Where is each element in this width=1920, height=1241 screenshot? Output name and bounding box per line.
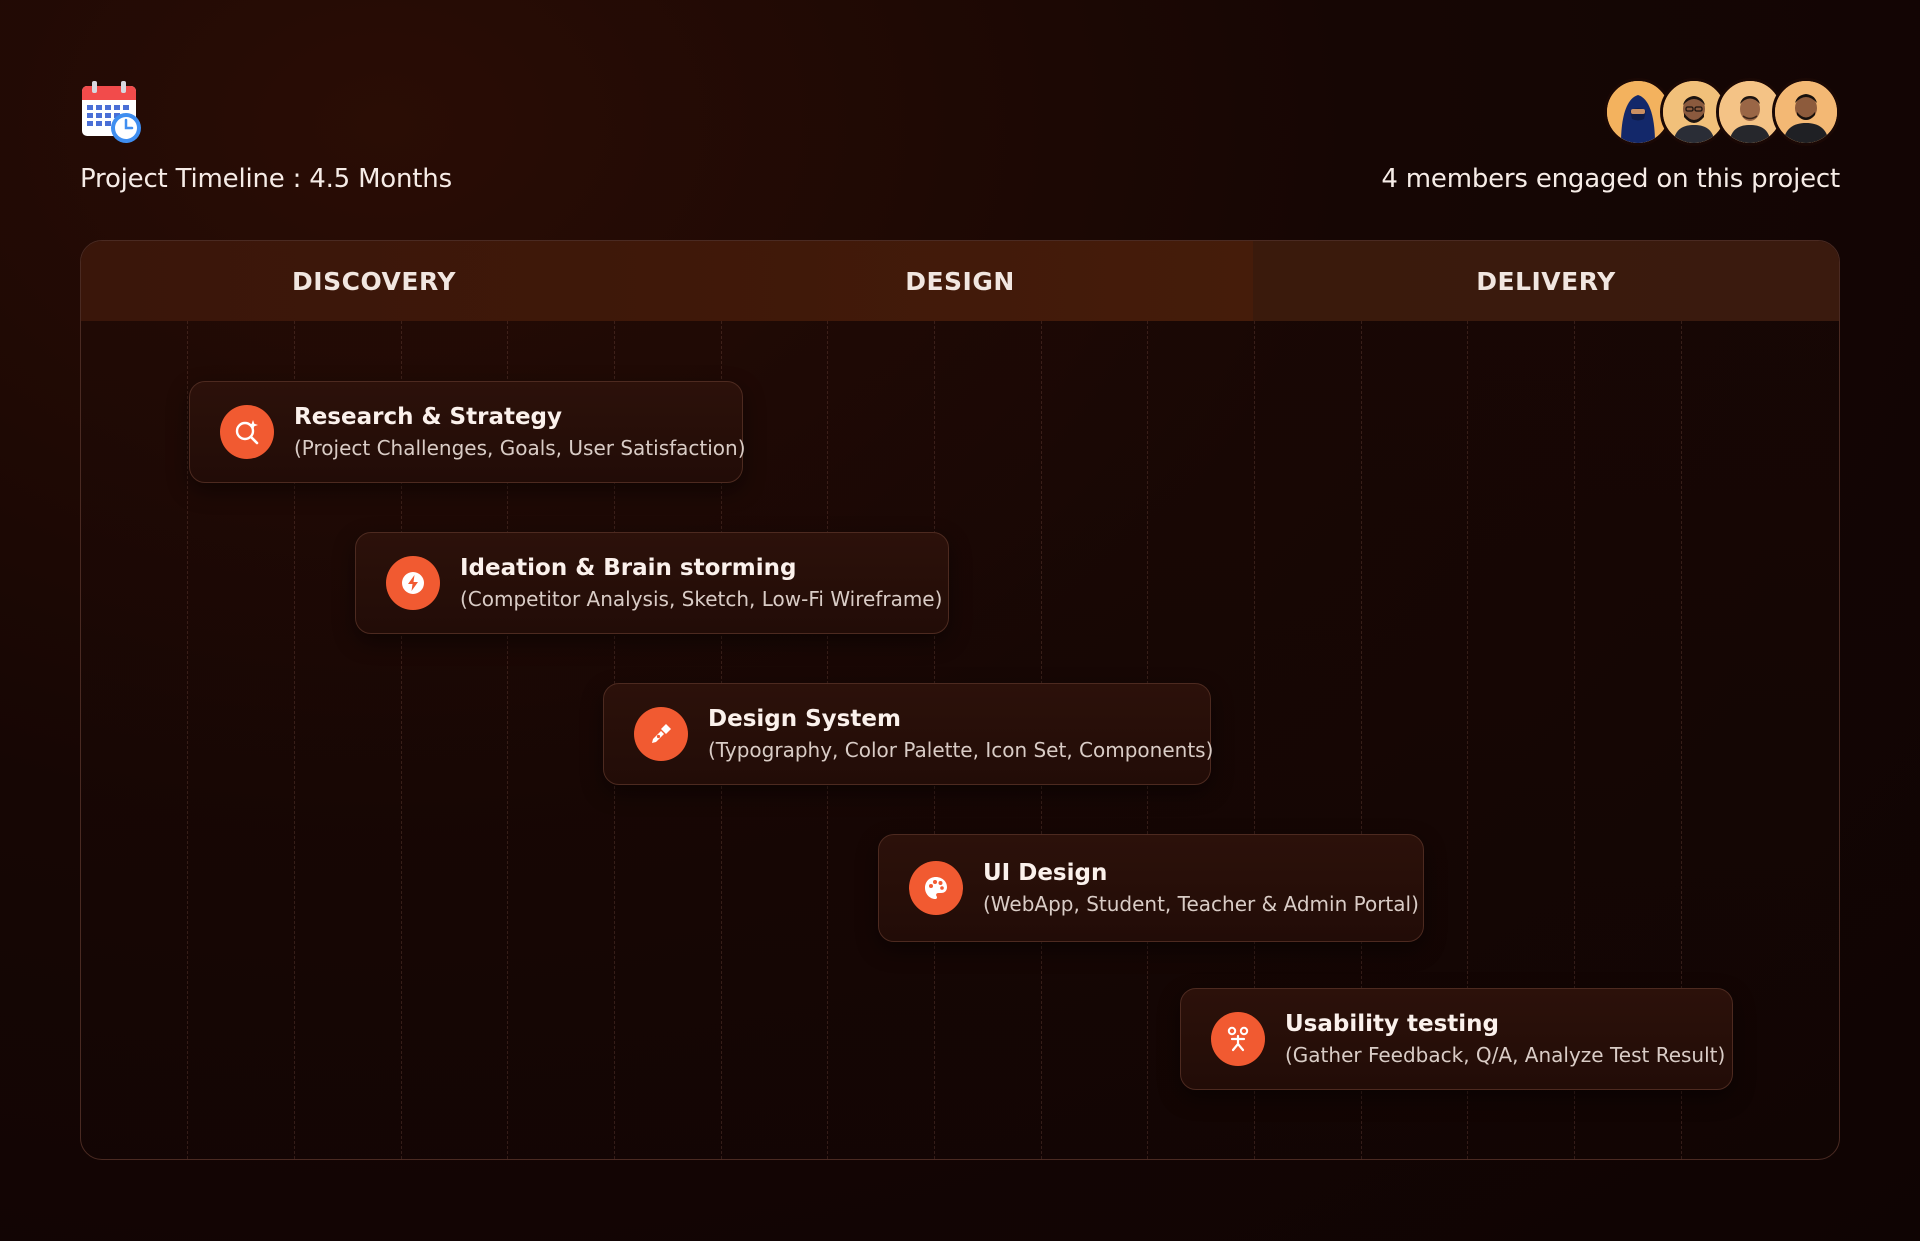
task-title: Design System <box>708 706 901 732</box>
task-subtitle: (WebApp, Student, Teacher & Admin Portal… <box>983 892 1419 916</box>
task-subtitle: (Typography, Color Palette, Icon Set, Co… <box>708 738 1214 762</box>
task-usability-testing[interactable]: Usability testing (Gather Feedback, Q/A,… <box>1180 988 1733 1090</box>
task-title: Usability testing <box>1285 1011 1499 1037</box>
search-sparkle-icon <box>220 405 274 459</box>
phase-header-row: DISCOVERY DESIGN DELIVERY <box>81 241 1839 321</box>
usability-icon <box>1211 1012 1265 1066</box>
task-title: UI Design <box>983 860 1108 886</box>
member-avatars <box>1604 78 1840 146</box>
phase-design: DESIGN <box>667 241 1253 321</box>
avatar[interactable] <box>1772 78 1840 146</box>
project-timeline-title: Project Timeline : 4.5 Months <box>80 164 452 194</box>
timeline-board: DISCOVERY DESIGN DELIVERY Research & Str… <box>80 240 1840 1160</box>
task-subtitle: (Competitor Analysis, Sketch, Low-Fi Wir… <box>460 587 943 611</box>
task-title: Ideation & Brain storming <box>460 555 797 581</box>
task-title: Research & Strategy <box>294 404 563 430</box>
task-ui-design[interactable]: UI Design (WebApp, Student, Teacher & Ad… <box>878 834 1424 942</box>
phase-delivery: DELIVERY <box>1253 241 1839 321</box>
grid-line <box>187 321 188 1159</box>
task-subtitle: (Gather Feedback, Q/A, Analyze Test Resu… <box>1285 1043 1726 1067</box>
calendar-clock-icon <box>80 80 144 146</box>
task-research-strategy[interactable]: Research & Strategy (Project Challenges,… <box>189 381 746 483</box>
task-subtitle: (Project Challenges, Goals, User Satisfa… <box>294 436 746 460</box>
task-design-system[interactable]: Design System (Typography, Color Palette… <box>603 683 1214 785</box>
phase-discovery: DISCOVERY <box>81 241 667 321</box>
members-count-text: 4 members engaged on this project <box>1381 164 1840 194</box>
bolt-icon <box>386 556 440 610</box>
task-ideation-brainstorming[interactable]: Ideation & Brain storming (Competitor An… <box>355 532 949 634</box>
palette-icon <box>909 861 963 915</box>
pen-tool-icon <box>634 707 688 761</box>
